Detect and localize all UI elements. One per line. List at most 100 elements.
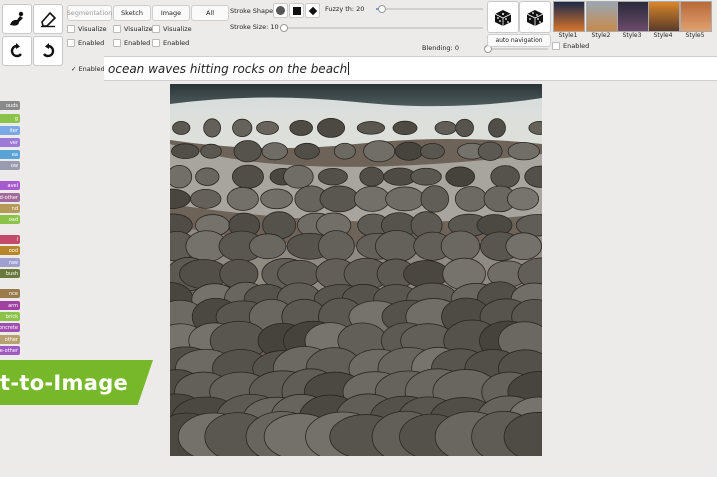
eraser-icon [41, 11, 57, 28]
stroke-shape-square-button[interactable] [289, 3, 304, 18]
rock-shape [410, 167, 442, 186]
rock-shape [385, 186, 425, 212]
rock-shape [455, 118, 474, 138]
rock-shape [256, 120, 279, 135]
style-label-3: Style3 [622, 32, 642, 39]
generated-image-canvas[interactable] [170, 84, 542, 456]
label-chip[interactable]: bush [0, 269, 20, 278]
rock-shape [319, 185, 359, 213]
rock-shape [317, 167, 348, 186]
rock-shape [318, 230, 355, 263]
visualize-checkbox-3[interactable]: Visualize [152, 25, 192, 33]
fuzzy-threshold-slider-knob[interactable] [378, 5, 387, 13]
enabled-checkbox-2[interactable]: Enabled [113, 39, 150, 47]
label-chip[interactable]: ouds [0, 101, 20, 110]
rock-shape [226, 186, 259, 211]
rock-shape [289, 119, 313, 136]
undo-button[interactable] [2, 36, 32, 66]
label-chip[interactable]: concrete [0, 323, 20, 332]
label-chip[interactable]: e-other [0, 346, 20, 355]
rock-shape [283, 164, 314, 189]
all-mode-button[interactable]: All [191, 5, 229, 21]
rock-shape [359, 166, 385, 187]
rock-shape [507, 142, 540, 161]
stroke-size-slider[interactable] [280, 24, 483, 32]
rock-shape [507, 187, 540, 211]
label-chip[interactable]: iter [0, 126, 20, 135]
label-chip[interactable]: nce [0, 289, 20, 298]
text-prompt-input[interactable]: ocean waves hitting rocks on the beach [104, 56, 717, 81]
beach-rocks-image [170, 84, 542, 456]
text-caret [348, 62, 350, 75]
stroke-shape-label: Stroke Shape [230, 7, 274, 15]
sketch-mode-button[interactable]: Sketch [113, 5, 151, 21]
dice-icon [526, 10, 544, 26]
style-thumbnail-3[interactable] [617, 1, 649, 32]
style-label-2: Style2 [591, 32, 611, 39]
visualize-checkbox-1[interactable]: Visualize [67, 25, 107, 33]
label-chip[interactable]: l [0, 235, 20, 244]
label-chip[interactable]: raw [0, 258, 20, 267]
label-chip[interactable]: ver [0, 138, 20, 147]
style-thumbnail-1[interactable] [553, 1, 585, 32]
rock-shape [333, 142, 356, 160]
rock-shape [445, 166, 476, 187]
style-label-4: Style4 [653, 32, 673, 39]
label-chip[interactable]: ea [0, 150, 20, 159]
label-chip[interactable]: ood [0, 246, 20, 255]
stroke-size-slider-knob[interactable] [280, 24, 288, 32]
segmentation-mode-button[interactable]: Segmentation [67, 5, 112, 21]
rock-shape [356, 121, 386, 135]
left-enabled-checkbox[interactable]: ✓ Enabled [71, 65, 105, 73]
rock-shape [363, 140, 396, 163]
blending-slider[interactable] [484, 45, 548, 53]
label-chip[interactable]: nd [0, 204, 20, 213]
rock-shape [294, 142, 320, 160]
rock-shape [477, 141, 503, 161]
rock-shape [170, 165, 193, 189]
style-thumbnail-5[interactable] [680, 1, 712, 32]
rock-shape [233, 140, 262, 163]
style-enabled-checkbox[interactable]: Enabled [552, 42, 589, 50]
stroke-shape-diamond-button[interactable] [305, 3, 320, 18]
label-chip[interactable]: oad [0, 215, 20, 224]
label-chip[interactable]: other [0, 335, 20, 344]
rock-shape [190, 188, 222, 209]
label-chip[interactable]: d-other [0, 193, 20, 202]
rock-shape [420, 143, 445, 160]
rock-shape [232, 118, 253, 138]
label-chip[interactable]: ow [0, 161, 20, 170]
stroke-shape-circle-button[interactable] [273, 3, 288, 18]
circle-shape-icon [276, 6, 285, 15]
rock-shape [172, 120, 191, 135]
rock-shape [316, 118, 346, 138]
label-chip[interactable]: g [0, 114, 20, 123]
auto-navigation-button[interactable]: auto navigation [487, 34, 551, 47]
square-shape-icon [292, 6, 301, 15]
random-style-button-2[interactable] [519, 1, 551, 33]
blending-label: Blending: 0 [422, 44, 459, 52]
label-chip[interactable]: brick [0, 312, 20, 321]
undo-icon [10, 43, 22, 58]
label-chip[interactable]: arm [0, 301, 20, 310]
redo-button[interactable] [33, 36, 63, 66]
random-style-button-1[interactable] [487, 1, 519, 33]
rock-shape [488, 118, 506, 138]
rock-shape [203, 118, 221, 138]
style-thumbnail-2[interactable] [586, 1, 618, 32]
diamond-shape-icon [308, 6, 317, 15]
fuzzy-threshold-slider[interactable] [376, 5, 483, 13]
enabled-checkbox-3[interactable]: Enabled [152, 39, 189, 47]
eraser-tool-button[interactable] [33, 4, 63, 34]
redo-icon [43, 43, 55, 58]
label-chip[interactable]: avel [0, 181, 20, 190]
rock-shape [249, 233, 287, 260]
rock-shape [260, 188, 293, 210]
visualize-checkbox-2[interactable]: Visualize [113, 25, 153, 33]
fuzzy-threshold-label: Fuzzy th: 20 [325, 5, 365, 13]
rock-shape [392, 120, 418, 136]
enabled-checkbox-1[interactable]: Enabled [67, 39, 104, 47]
style-thumbnail-4[interactable] [648, 1, 680, 32]
brush-tool-button[interactable] [2, 4, 32, 34]
image-mode-button[interactable]: Image [152, 5, 190, 21]
